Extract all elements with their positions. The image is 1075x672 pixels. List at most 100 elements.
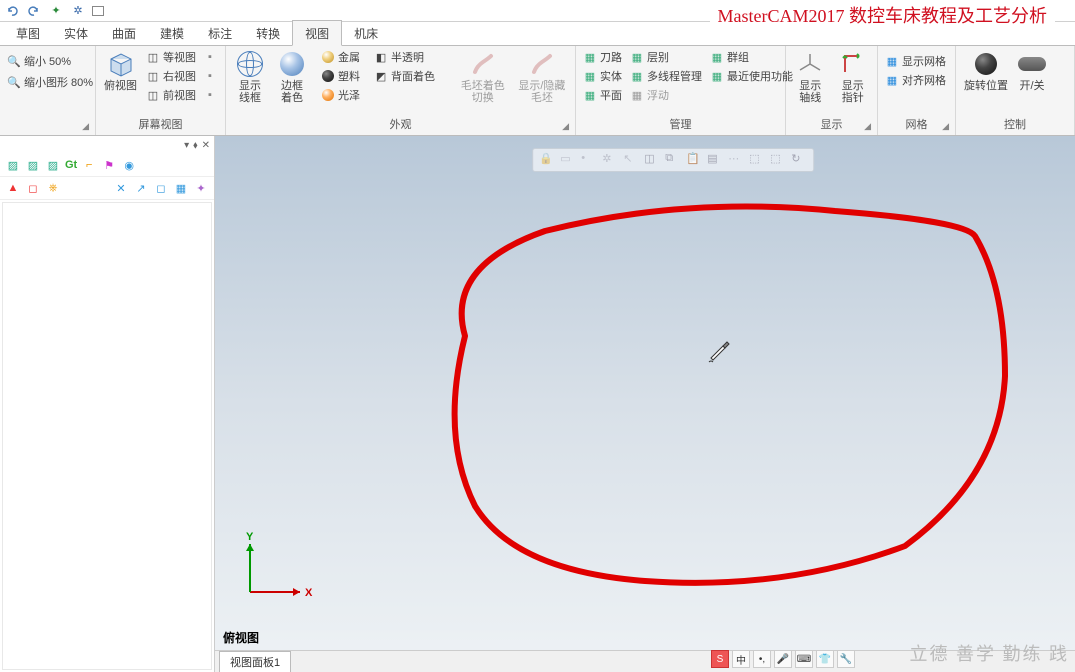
- lock-icon[interactable]: 🔒: [539, 152, 555, 168]
- viewport-floating-toolbar: 🔒 ▭ • ✲ ↖ ◫ ⧉ 📋 ▤ ⋯ ⬚ ⬚ ↻: [532, 148, 814, 172]
- ime-punct-button[interactable]: •,: [753, 650, 771, 668]
- layer3-icon[interactable]: ▨: [45, 157, 61, 173]
- launcher-icon[interactable]: ◢: [82, 121, 89, 132]
- box-icon[interactable]: ◻: [153, 180, 169, 196]
- blank-color-toggle-button[interactable]: 毛坯着色切换: [455, 48, 511, 106]
- launcher-icon[interactable]: ◢: [864, 121, 871, 132]
- recent-button[interactable]: ▦最近使用功能: [707, 67, 796, 85]
- gt-button[interactable]: Gt: [65, 157, 77, 173]
- rect-icon[interactable]: ◻: [25, 180, 41, 196]
- show-axes-button[interactable]: 显示轴线: [790, 48, 831, 106]
- tab-surface[interactable]: 曲面: [100, 21, 148, 45]
- pen-cursor-icon: [705, 336, 733, 364]
- tag-icon[interactable]: ▭: [560, 152, 576, 168]
- wireframe-button[interactable]: 显示线框: [230, 48, 270, 106]
- tab-machine[interactable]: 机床: [342, 21, 390, 45]
- tab-transform[interactable]: 转换: [244, 21, 292, 45]
- front-view-button[interactable]: ◫前视图▪: [143, 86, 220, 104]
- cursor-icon[interactable]: ↖: [623, 152, 639, 168]
- tab-view[interactable]: 视图: [292, 20, 342, 46]
- view-tab-1[interactable]: 视图面板1: [219, 651, 291, 672]
- multithread-button[interactable]: ▦多线程管理: [627, 67, 705, 85]
- settings-icon[interactable]: ✲: [70, 3, 86, 19]
- on-off-button[interactable]: 开/关: [1014, 48, 1050, 94]
- panel-icon: ▦: [630, 50, 644, 64]
- tool1-icon[interactable]: ⬚: [749, 152, 765, 168]
- ime-s-button[interactable]: S: [711, 650, 729, 668]
- side-panel-header: ▾ ⬧ ✕: [0, 136, 214, 154]
- link-icon[interactable]: ✦: [48, 3, 64, 19]
- help-icon[interactable]: ◉: [121, 157, 137, 173]
- angle-icon[interactable]: ⌐: [81, 157, 97, 173]
- layers-icon[interactable]: ▤: [707, 152, 723, 168]
- refresh-icon[interactable]: ↻: [791, 152, 807, 168]
- side-panel: ▾ ⬧ ✕ ▨ ▨ ▨ Gt ⌐ ⚑ ◉ ▲ ◻ ⎈ ✕ ↗ ◻ ▦ ✦: [0, 136, 215, 672]
- flag-icon[interactable]: ⚑: [101, 157, 117, 173]
- tab-annotate[interactable]: 标注: [196, 21, 244, 45]
- layer1-icon[interactable]: ▨: [5, 157, 21, 173]
- shrink-shape-80-button[interactable]: 🔍缩小图形 80%: [4, 73, 96, 91]
- gloss-sphere-icon: [321, 88, 335, 102]
- wireframe-icon: [236, 50, 264, 78]
- launcher-icon[interactable]: ◢: [942, 121, 949, 132]
- undo-icon[interactable]: [4, 3, 20, 19]
- solid-button[interactable]: ▦实体: [580, 67, 625, 85]
- grid-small-icon[interactable]: ▦: [173, 180, 189, 196]
- x-icon[interactable]: ✕: [113, 180, 129, 196]
- panel-icon[interactable]: [92, 6, 104, 16]
- tab-sketch[interactable]: 草图: [4, 21, 52, 45]
- curve-icon[interactable]: ⎈: [45, 180, 61, 196]
- select-icon[interactable]: ◫: [644, 152, 660, 168]
- edge-color-button[interactable]: 边框着色: [272, 48, 312, 106]
- show-hide-blank-button[interactable]: 显示/隐藏毛坯: [513, 48, 571, 106]
- group-label-screenview: 屏幕视图: [100, 115, 221, 133]
- show-pointer-button[interactable]: 显示指针: [833, 48, 874, 106]
- launcher-icon[interactable]: ◢: [562, 121, 569, 132]
- layer2-icon[interactable]: ▨: [25, 157, 41, 173]
- tab-model[interactable]: 建模: [148, 21, 196, 45]
- side-panel-tree[interactable]: [2, 202, 212, 670]
- ime-tool-icon[interactable]: 🔧: [837, 650, 855, 668]
- dot-icon[interactable]: •: [581, 152, 597, 168]
- pin-icon[interactable]: ⬧: [193, 140, 198, 151]
- zoom-out-50-button[interactable]: 🔍缩小 50%: [4, 52, 96, 70]
- rotate-position-button[interactable]: 旋转位置: [960, 48, 1012, 94]
- axis-y-label: Y: [246, 532, 254, 543]
- ime-mic-icon[interactable]: 🎤: [774, 650, 792, 668]
- tab-solid[interactable]: 实体: [52, 21, 100, 45]
- cube-icon: [107, 50, 135, 78]
- material-gloss-button[interactable]: 光泽: [318, 86, 363, 104]
- redo-icon[interactable]: [26, 3, 42, 19]
- ime-keyboard-icon[interactable]: ⌨: [795, 650, 813, 668]
- right-view-button[interactable]: ◫右视图▪: [143, 67, 220, 85]
- material-plastic-button[interactable]: 塑料: [318, 67, 363, 85]
- dropdown-icon[interactable]: ▾: [184, 140, 189, 151]
- more-icon[interactable]: ⋯: [728, 152, 744, 168]
- show-grid-button[interactable]: ▦显示网格: [882, 52, 949, 70]
- top-view-button[interactable]: 俯视图: [100, 48, 141, 94]
- iso-view-button[interactable]: ◫等视图▪: [143, 48, 220, 66]
- side-panel-toolbar-1: ▨ ▨ ▨ Gt ⌐ ⚑ ◉: [0, 154, 214, 177]
- star-icon[interactable]: ✦: [193, 180, 209, 196]
- snap-grid-button[interactable]: ▦对齐网格: [882, 71, 949, 89]
- ime-skin-icon[interactable]: 👕: [816, 650, 834, 668]
- toolpath-button[interactable]: ▦刀路: [580, 48, 625, 66]
- plane-button[interactable]: ▦平面: [580, 86, 625, 104]
- float-button[interactable]: ▦浮动: [627, 86, 705, 104]
- tri-icon[interactable]: ▲: [5, 180, 21, 196]
- axes-icon: [796, 50, 824, 78]
- gear-icon[interactable]: ✲: [602, 152, 618, 168]
- viewport[interactable]: 🔒 ▭ • ✲ ↖ ◫ ⧉ 📋 ▤ ⋯ ⬚ ⬚ ↻: [215, 136, 1075, 672]
- tool2-icon[interactable]: ⬚: [770, 152, 786, 168]
- semitransparent-button[interactable]: ◧半透明: [371, 48, 438, 66]
- backface-color-button[interactable]: ◩背面着色: [371, 67, 438, 85]
- layer-button[interactable]: ▦层别: [627, 48, 705, 66]
- material-metal-button[interactable]: 金属: [318, 48, 363, 66]
- paste-icon[interactable]: 📋: [686, 152, 702, 168]
- close-icon[interactable]: ✕: [202, 140, 210, 151]
- copy-icon[interactable]: ⧉: [665, 152, 681, 168]
- work-area: ▾ ⬧ ✕ ▨ ▨ ▨ Gt ⌐ ⚑ ◉ ▲ ◻ ⎈ ✕ ↗ ◻ ▦ ✦ �: [0, 136, 1075, 672]
- group-button[interactable]: ▦群组: [707, 48, 796, 66]
- arrow-icon[interactable]: ↗: [133, 180, 149, 196]
- ime-lang-button[interactable]: 中: [732, 650, 750, 668]
